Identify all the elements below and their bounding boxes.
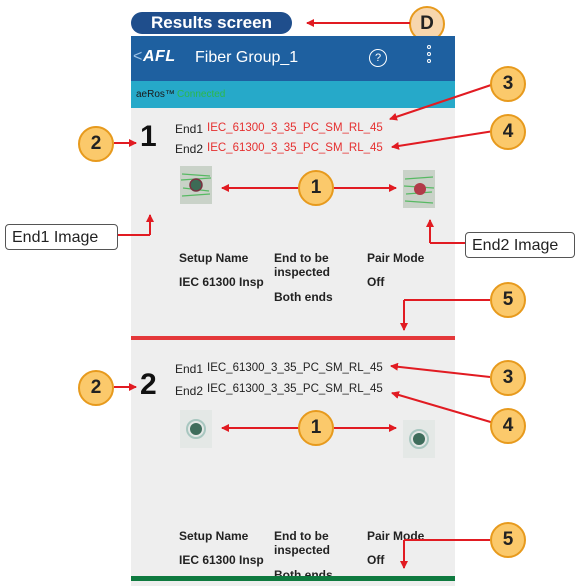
back-icon[interactable]: < [133,48,142,66]
page-title: Fiber Group_1 [195,49,299,66]
end1-label: End1 [175,122,204,136]
end2-label: End2 [175,384,204,398]
results-screen: < AFL Fiber Group_1 ? aeRos™ Connected 1… [131,36,455,586]
help-icon[interactable]: ? [369,49,387,67]
pair-mode-label: Pair Mode [367,529,425,543]
pair-mode-value: Off [367,275,385,289]
callout-2: 2 [78,370,114,406]
end-inspected-label: End to be inspected [274,251,331,279]
results-screen-tag: Results screen [131,12,292,34]
aeros-brand: aeRos™ [136,89,175,100]
end1-image[interactable] [180,410,212,448]
end2-value: IEC_61300_3_35_PC_SM_RL_45 [207,383,383,395]
end1-image-label: End1 Image [5,224,118,250]
callout-1: 1 [298,410,334,446]
record-separator-2 [131,576,455,581]
end2-image[interactable] [403,170,435,208]
app-header: < AFL Fiber Group_1 ? [131,36,455,81]
record-number: 1 [140,120,157,153]
pair-mode-value: Off [367,553,385,567]
callout-3: 3 [490,66,526,102]
end1-label: End1 [175,362,204,376]
kebab-menu-icon[interactable] [427,45,431,66]
callout-4: 4 [490,114,526,150]
callout-5: 5 [490,522,526,558]
end1-value: IEC_61300_3_35_PC_SM_RL_45 [207,362,383,374]
callout-3: 3 [490,360,526,396]
result-record-2[interactable]: 2 End1 IEC_61300_3_35_PC_SM_RL_45 End2 I… [131,340,455,582]
setup-name-value: IEC 61300 Insp [179,553,264,567]
afl-logo: AFL [143,48,176,65]
end1-image[interactable] [180,166,212,204]
setup-name-value: IEC 61300 Insp [179,275,264,289]
result-record-1[interactable]: 1 End1 IEC_61300_3_35_PC_SM_RL_45 End2 I… [131,108,455,336]
callout-1: 1 [298,170,334,206]
end2-label: End2 [175,142,204,156]
connection-status: Connected [177,89,226,100]
end2-image-label: End2 Image [465,232,575,258]
end-inspected-value: Both ends [274,290,333,304]
callout-2: 2 [78,126,114,162]
status-bar: aeRos™ Connected [131,81,455,108]
setup-name-label: Setup Name [179,529,249,543]
end2-image[interactable] [403,420,435,458]
end-inspected-label: End to be inspected [274,529,331,557]
record-number: 2 [140,368,157,401]
callout-4: 4 [490,408,526,444]
callout-5: 5 [490,282,526,318]
end1-value: IEC_61300_3_35_PC_SM_RL_45 [207,122,383,134]
setup-name-label: Setup Name [179,251,249,265]
end2-value: IEC_61300_3_35_PC_SM_RL_45 [207,142,383,154]
pair-mode-label: Pair Mode [367,251,425,265]
